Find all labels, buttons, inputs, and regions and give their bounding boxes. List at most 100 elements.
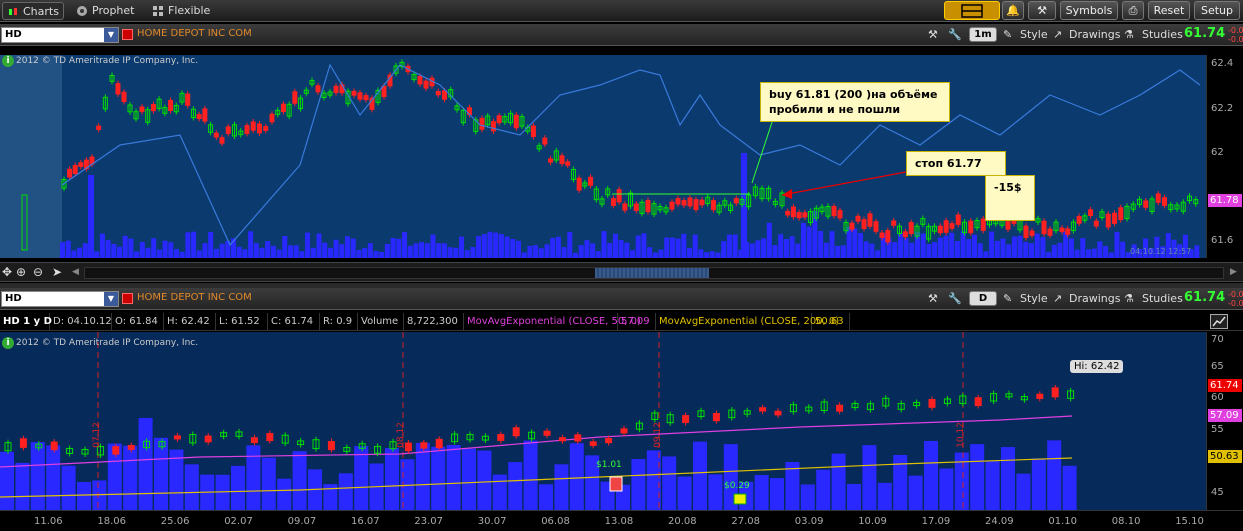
last-price: 61.74 [1184,26,1226,41]
scroll-track[interactable] [84,267,1224,279]
candle [196,114,202,119]
symbols-button[interactable]: Symbols [1060,1,1118,20]
volume-bar [908,475,923,510]
candle [168,99,174,112]
chevron-down-icon[interactable]: ▼ [104,292,118,306]
cursor-icon[interactable]: ➤ [52,265,62,279]
studies-icon[interactable]: ⚗ [1124,27,1134,43]
scroll-thumb[interactable] [595,268,709,278]
drawing-tools-icon[interactable]: ⚒ [928,291,938,307]
drawings-icon[interactable]: ↗ [1053,27,1062,43]
candle [67,168,73,178]
info-icon[interactable]: i [2,337,14,349]
studies-button[interactable]: Studies [1142,291,1183,307]
axis-label: 70 [1211,334,1224,345]
volume-bar [292,451,307,510]
volume-bar [831,453,846,510]
volume-bar [800,484,815,510]
volume-bar [715,252,721,258]
scroll-left-icon[interactable]: ◀ [72,267,79,277]
wrench-icon[interactable]: 🔧 [948,291,962,307]
drawings-icon[interactable]: ↗ [1053,291,1062,307]
aggregation-button[interactable]: D [969,291,997,306]
axis-label: 62.4 [1211,58,1234,69]
volume-bar [498,234,504,258]
volume-bar [1047,440,1062,510]
symbol-value: HD [5,29,22,40]
chevron-down-icon[interactable]: ▼ [104,28,118,42]
candle [574,434,582,442]
tab-flexible-grid[interactable]: Flexible Grid [148,2,240,35]
wrench-icon[interactable]: 🔧 [948,27,962,43]
buy-annotation[interactable]: buy 61.81 (200 )на объёме пробили и не п… [760,82,950,122]
volume-bar [658,249,664,258]
drawings-button[interactable]: Drawings [1069,27,1120,43]
ema50-label[interactable]: MovAvgExponential (CLOSE, 50, 0) [464,313,641,330]
change-value: -0.0 [1228,290,1243,299]
print-button[interactable]: ⎙ [1122,1,1144,20]
volume-bar [662,456,677,510]
chart-scrollbar[interactable]: ✥ ⊕ ⊖ ➤ ◀ ▶ [0,262,1243,282]
ema200-label[interactable]: MovAvgExponential (CLOSE, 200, 0) [656,313,839,330]
intraday-chart-canvas [0,55,1201,258]
candle [115,83,121,95]
symbol-input[interactable]: HD ▼ [1,27,119,43]
volume-bar [213,248,219,258]
volume-bar [1031,458,1046,510]
intraday-chart[interactable]: i 2012 © TD Ameritrade IP Company, Inc. … [0,55,1206,258]
tools-button[interactable]: ⚒ [1028,1,1056,20]
volume-bar [749,243,755,258]
prophet-icon [77,6,87,16]
aggregation-button[interactable]: 1m [969,27,997,42]
pan-icon[interactable]: ✥ [2,265,12,279]
candle [19,438,27,448]
link-icon[interactable] [122,29,133,40]
drawings-button[interactable]: Drawings [1069,291,1120,307]
candle [1105,213,1111,228]
expand-icon[interactable] [1210,314,1228,329]
volume-bar [99,233,105,258]
loss-annotation[interactable]: -15$ [985,175,1035,221]
info-icon[interactable]: i [2,55,14,67]
date-tick: 15.10 [1175,516,1204,527]
volume-bar [242,249,248,258]
scroll-right-icon[interactable]: ▶ [1230,267,1237,277]
volume-bar [985,460,1000,510]
volume-bar [436,243,442,258]
style-icon[interactable]: ✎ [1003,291,1012,307]
studies-icon[interactable]: ⚗ [1124,291,1134,307]
layout-button[interactable] [944,1,1000,20]
candle [1155,193,1161,203]
volume-bar [299,251,305,258]
candle [202,108,208,122]
zoom-out-icon[interactable]: ⊖ [33,265,43,279]
daily-chart[interactable]: i 2012 © TD Ameritrade IP Company, Inc. … [0,332,1206,510]
style-button[interactable]: Style [1020,27,1048,43]
style-icon[interactable]: ✎ [1003,27,1012,43]
volume-bar [920,233,926,258]
candle [576,177,582,191]
volume-bar [154,437,168,510]
zoom-in-icon[interactable]: ⊕ [16,265,26,279]
volume-bar [801,222,806,258]
volume-bar [196,250,202,258]
setup-button[interactable]: Setup [1194,1,1240,20]
volume-bar [578,245,584,258]
link-icon[interactable] [122,293,133,304]
candle [885,230,891,243]
reset-button[interactable]: Reset [1148,1,1190,20]
alerts-button[interactable]: 🔔 [1002,1,1024,20]
candle [622,203,628,211]
tab-charts[interactable]: Charts [2,2,64,20]
volume-bar [924,440,938,510]
volume-bar [573,252,578,258]
volume-bar [937,237,943,258]
drawing-tools-icon[interactable]: ⚒ [928,27,938,43]
studies-button[interactable]: Studies [1142,27,1183,43]
symbol-input[interactable]: HD ▼ [1,291,119,307]
style-button[interactable]: Style [1020,291,1048,307]
volume-bar [709,251,715,258]
stop-annotation[interactable]: стоп 61.77 [906,151,1006,176]
tab-prophet[interactable]: Prophet [72,2,142,20]
candle [831,205,837,217]
